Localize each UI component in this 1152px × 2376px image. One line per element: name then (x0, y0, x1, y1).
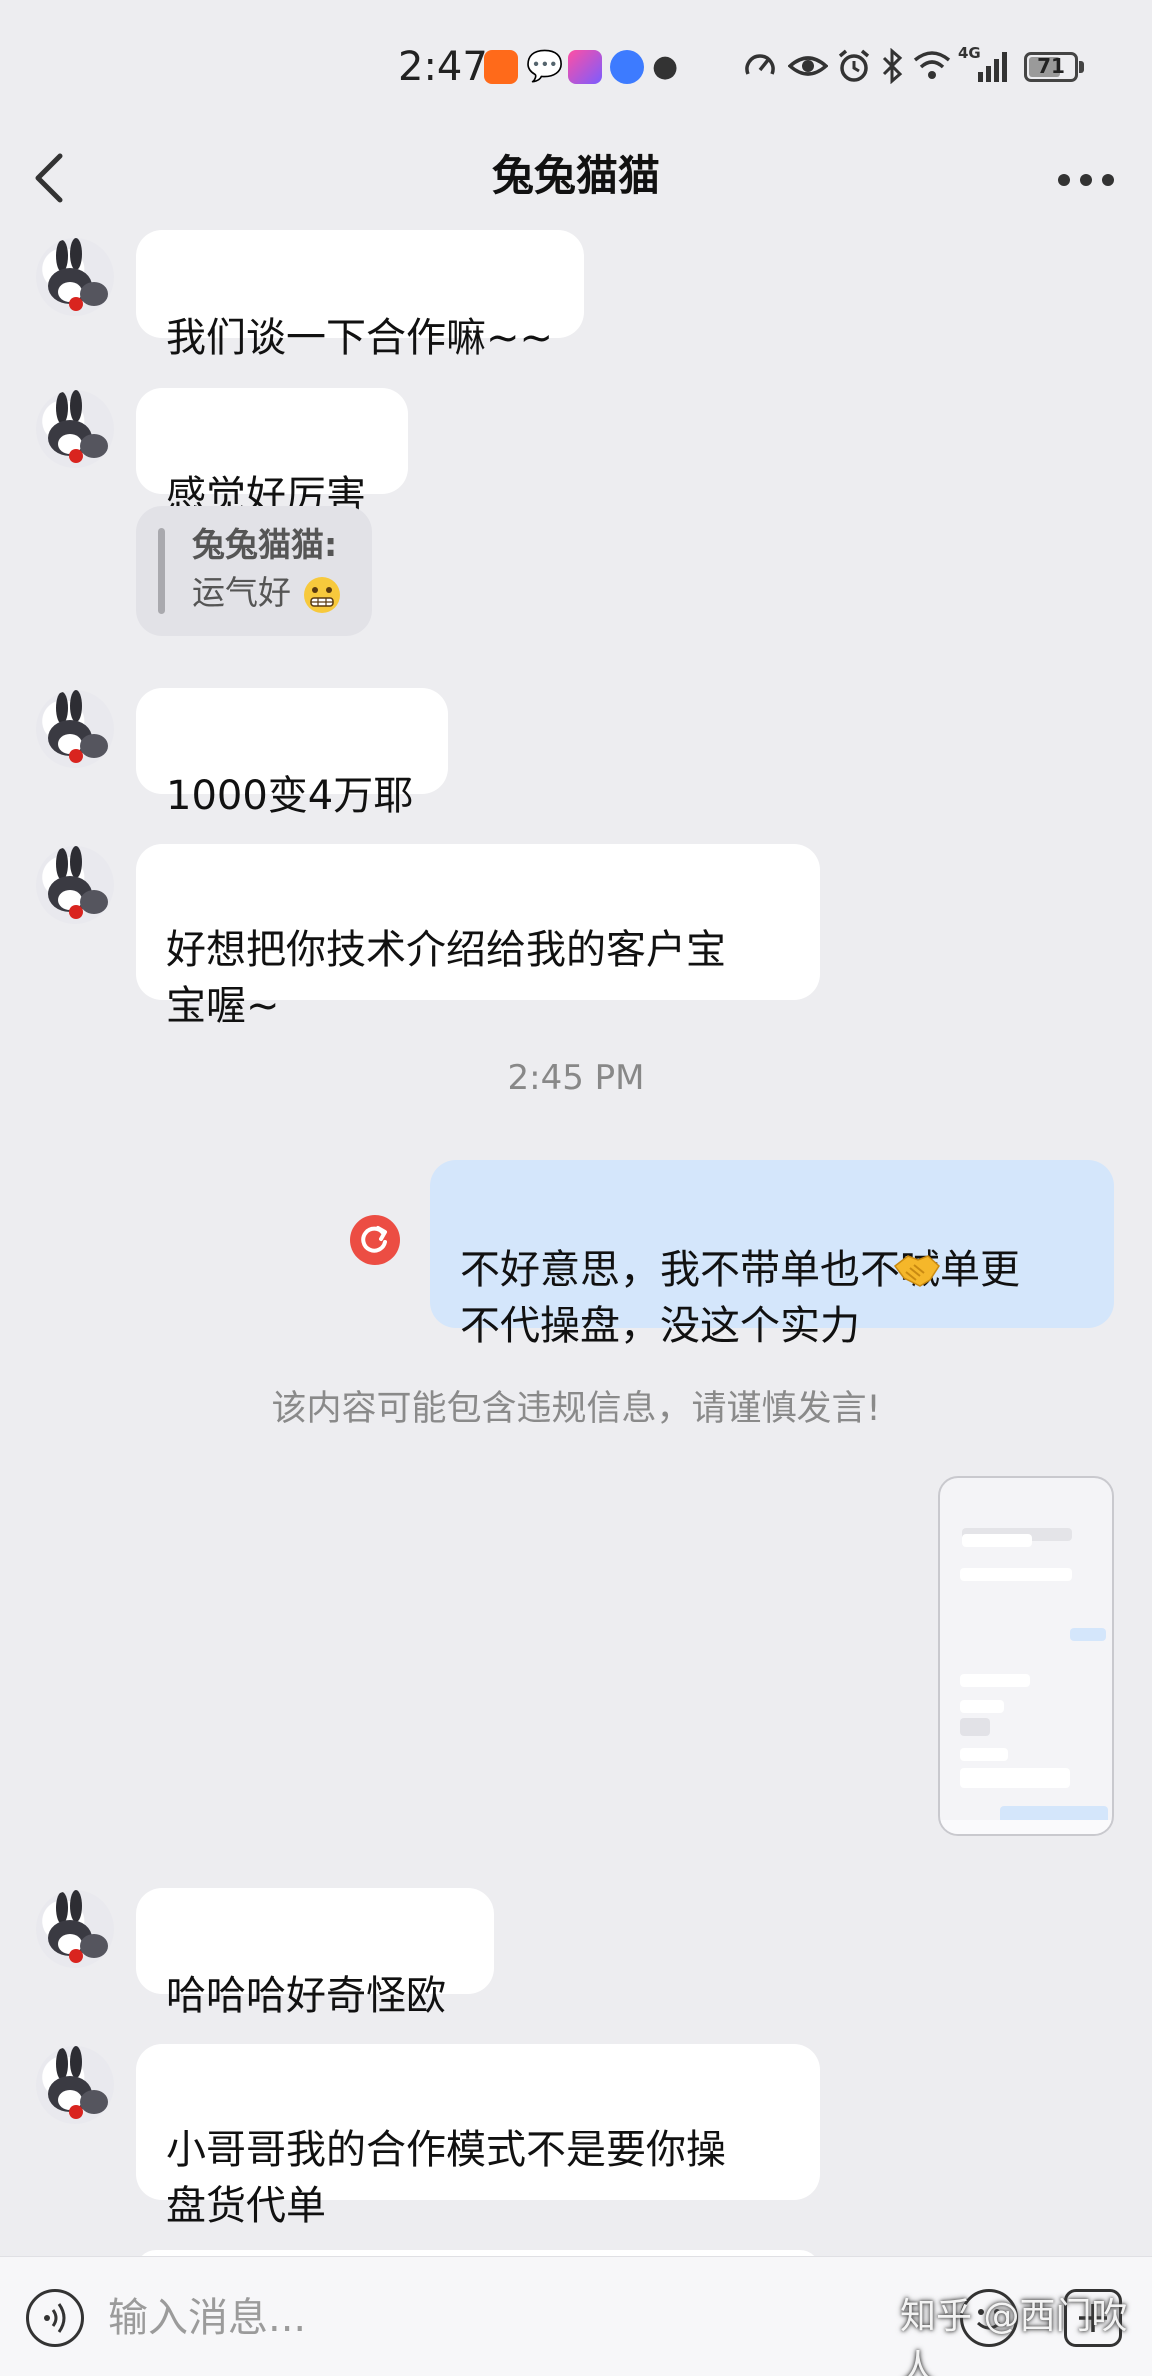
status-bar: 2:47 💬 ● 4G 71 (0, 0, 1152, 130)
message-text: 我们谈一下合作嘛~~ (166, 315, 554, 361)
alarm-icon (838, 49, 870, 82)
contact-avatar[interactable] (36, 1890, 114, 1968)
taobao-11-11-icon (484, 50, 518, 84)
contact-avatar[interactable] (36, 390, 114, 468)
plus-icon (1079, 2304, 1107, 2332)
rabbit-cat-avatar-image (48, 1890, 108, 1963)
music-icon (610, 50, 644, 84)
speed-icon (745, 54, 775, 75)
quote-content: 运气好 (172, 568, 350, 618)
incoming-message-bubble[interactable]: 感觉好厉害 (136, 388, 408, 519)
incoming-message-bubble[interactable]: 好想把你技术介绍给我的客户宝 宝喔~ (136, 844, 820, 1029)
thumbnail-preview-line (960, 1768, 1070, 1788)
contact-avatar[interactable] (36, 846, 114, 924)
thumbnail-preview-line (962, 1534, 1032, 1547)
rabbit-cat-avatar-image (48, 846, 108, 919)
wifi-icon (913, 51, 951, 79)
quote-bar (158, 528, 165, 614)
smiley-icon (976, 2309, 1002, 2330)
chat-list[interactable]: 我们谈一下合作嘛~~ 感觉好厉害 兔兔猫猫: 运气好 1000变4万耶 好想把你… (0, 230, 1152, 2256)
more-input-button[interactable] (1064, 2289, 1122, 2347)
voice-input-button[interactable] (26, 2289, 84, 2347)
more-dots-icon (1058, 174, 1114, 186)
message-text: 小哥哥我的合作模式不是要你操 盘货代单 (166, 2127, 726, 2229)
status-time: 2:47 (398, 44, 488, 90)
outgoing-message-bubble[interactable]: 不好意思，我不带单也不喊单更 不代操盘，没这个实力 (430, 1160, 1114, 1349)
emoji-button[interactable] (960, 2289, 1018, 2347)
contact-avatar[interactable] (36, 690, 114, 768)
message-input[interactable] (108, 2283, 808, 2353)
thumbnail-preview-line (1070, 1628, 1106, 1641)
image-message-thumbnail[interactable] (938, 1476, 1114, 1836)
signal-4g-icon (978, 52, 1007, 82)
quoted-message[interactable]: 兔兔猫猫: 运气好 (136, 506, 372, 636)
quote-sender: 兔兔猫猫: (192, 525, 338, 564)
battery-level: 71 (1037, 54, 1065, 78)
rabbit-cat-avatar-image (48, 390, 108, 463)
incoming-message-bubble[interactable]: 小哥哥我的合作模式不是要你操 盘货代单 (136, 2044, 820, 2229)
grimace-emoji-icon (303, 576, 340, 613)
message-text: 哈哈哈好奇怪欧 (166, 1973, 446, 2019)
app-icon (568, 50, 602, 84)
eye-icon (788, 56, 828, 76)
thumbnail-preview-line (960, 1718, 990, 1736)
incoming-message-bubble[interactable]: 我们谈一下合作嘛~~ (136, 230, 584, 361)
incoming-message-bubble[interactable]: 1000变4万耶 (136, 688, 448, 819)
rabbit-cat-avatar-image (48, 238, 108, 311)
thumbnail-preview-line (960, 1700, 1004, 1713)
thumbnail-preview-line (940, 1820, 1112, 1834)
message-text: 1000变4万耶 (166, 773, 414, 819)
more-options-button[interactable] (1048, 150, 1128, 210)
message-timestamp: 2:45 PM (507, 1058, 645, 1098)
message-icon: 💬 (526, 49, 564, 84)
content-warning-notice: 该内容可能包含违规信息，请谨慎发言! (271, 1389, 881, 1429)
message-text: 好想把你技术介绍给我的客户宝 宝喔~ (166, 927, 726, 1029)
bluetooth-icon (882, 48, 903, 84)
rabbit-cat-avatar-image (48, 690, 108, 763)
chat-title: 兔兔猫猫 (491, 151, 660, 200)
message-input-bar: 知乎 @西门吹人 (0, 2256, 1152, 2376)
qq-icon: ● (652, 49, 679, 84)
contact-avatar[interactable] (36, 238, 114, 316)
quote-text: 运气好 (192, 573, 291, 612)
thumbnail-preview-line (960, 1568, 1072, 1581)
incoming-message-bubble[interactable]: 哈哈哈好奇怪欧 (136, 1888, 494, 2019)
thumbnail-preview-line (960, 1748, 1008, 1761)
send-failed-retry-button[interactable] (350, 1215, 400, 1265)
battery-icon: 71 (1024, 52, 1078, 82)
battery-tip (1079, 61, 1084, 73)
chat-header: 兔兔猫猫 (0, 130, 1152, 230)
rabbit-cat-avatar-image (48, 2046, 108, 2119)
handshake-emoji-icon (893, 1255, 940, 1287)
thumbnail-preview-line (960, 1674, 1030, 1687)
contact-avatar[interactable] (36, 2046, 114, 2124)
voice-wave-icon (44, 2303, 66, 2333)
back-button[interactable] (26, 140, 86, 220)
chevron-left-icon (35, 153, 63, 203)
retry-icon (361, 1226, 387, 1253)
